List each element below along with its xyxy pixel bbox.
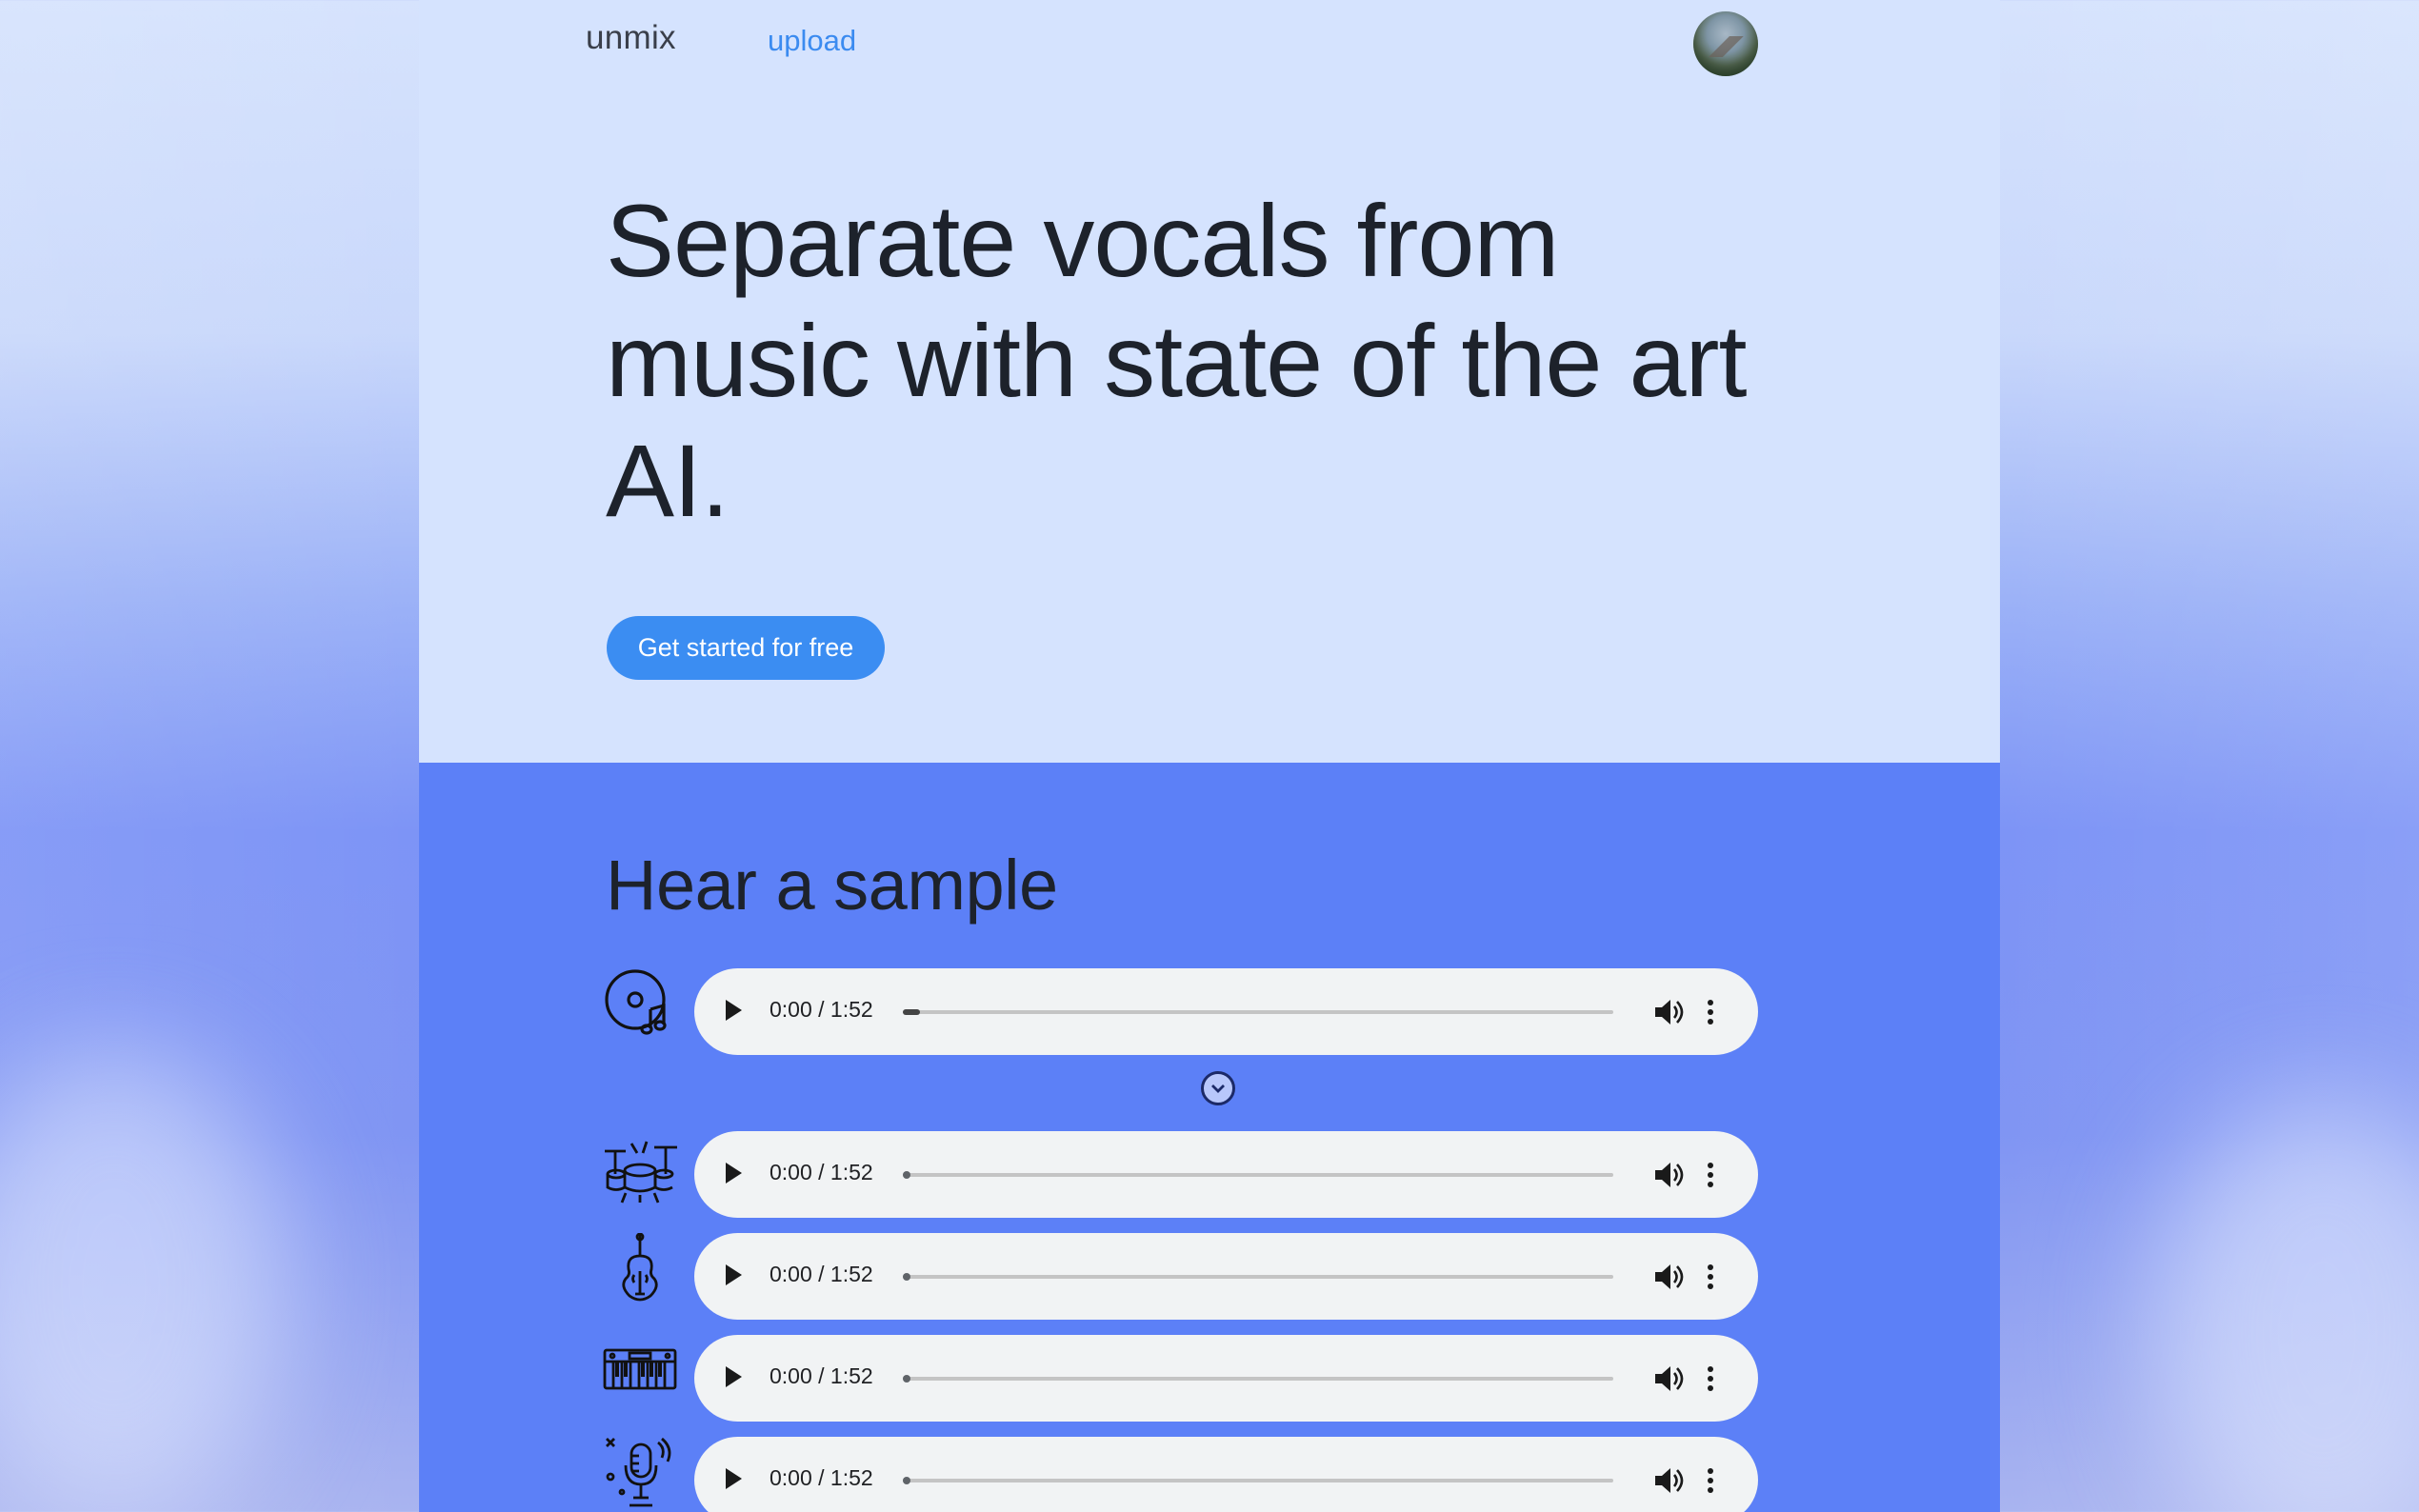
audio-player[interactable]: 0:00 / 1:52 [694, 1335, 1758, 1422]
play-icon[interactable] [726, 1163, 742, 1184]
right-background-panel [2000, 0, 2419, 1512]
drums-icon [603, 1132, 677, 1206]
play-icon[interactable] [726, 1264, 742, 1285]
microphone-icon [603, 1435, 677, 1509]
music-disc-icon [603, 967, 677, 1042]
upload-link[interactable]: upload [768, 24, 856, 58]
more-options-icon[interactable] [1704, 1262, 1717, 1292]
progress-bar[interactable] [903, 1477, 1613, 1484]
progress-bar[interactable] [903, 1273, 1613, 1281]
playback-time: 0:00 / 1:52 [770, 1262, 873, 1286]
progress-handle[interactable] [903, 1009, 920, 1015]
hero-section: unmix upload Separate vocals from music … [419, 0, 2000, 763]
more-options-icon[interactable] [1704, 1363, 1717, 1394]
keyboard-icon [603, 1335, 677, 1409]
chevron-down-icon[interactable] [1201, 1071, 1235, 1105]
audio-player[interactable]: 0:00 / 1:52 [694, 1131, 1758, 1218]
audio-player[interactable]: 0:00 / 1:52 [694, 1437, 1758, 1512]
more-options-icon[interactable] [1704, 1160, 1717, 1190]
volume-icon[interactable] [1652, 1160, 1685, 1190]
brand-logo[interactable]: unmix [586, 19, 676, 57]
get-started-button[interactable]: Get started for free [607, 616, 885, 680]
samples-section: Hear a sample 0:00 / 1:52 0:00 / 1:52 0:… [419, 763, 2000, 1512]
play-icon[interactable] [726, 1366, 742, 1387]
progress-handle[interactable] [903, 1171, 910, 1179]
audio-player[interactable]: 0:00 / 1:52 [694, 1233, 1758, 1320]
progress-handle[interactable] [903, 1273, 910, 1281]
playback-time: 0:00 / 1:52 [770, 997, 873, 1022]
progress-bar[interactable] [903, 1009, 1613, 1015]
audio-player[interactable]: 0:00 / 1:52 [694, 968, 1758, 1055]
volume-icon[interactable] [1652, 1465, 1685, 1496]
left-background-panel [0, 0, 419, 1512]
progress-bar[interactable] [903, 1375, 1613, 1383]
play-icon[interactable] [726, 1468, 742, 1489]
violin-icon [603, 1232, 677, 1307]
volume-icon[interactable] [1652, 1363, 1685, 1394]
play-icon[interactable] [726, 1000, 742, 1021]
playback-time: 0:00 / 1:52 [770, 1363, 873, 1388]
user-avatar[interactable] [1693, 11, 1758, 76]
volume-icon[interactable] [1652, 1262, 1685, 1292]
playback-time: 0:00 / 1:52 [770, 1160, 873, 1184]
progress-handle[interactable] [903, 1375, 910, 1383]
progress-handle[interactable] [903, 1477, 910, 1484]
hero-headline: Separate vocals from music with state of… [606, 183, 1748, 538]
playback-time: 0:00 / 1:52 [770, 1465, 873, 1490]
volume-icon[interactable] [1652, 997, 1685, 1027]
samples-title: Hear a sample [606, 846, 1058, 925]
progress-bar[interactable] [903, 1171, 1613, 1179]
more-options-icon[interactable] [1704, 1465, 1717, 1496]
more-options-icon[interactable] [1704, 997, 1717, 1027]
page-container: unmix upload Separate vocals from music … [419, 0, 2000, 1512]
